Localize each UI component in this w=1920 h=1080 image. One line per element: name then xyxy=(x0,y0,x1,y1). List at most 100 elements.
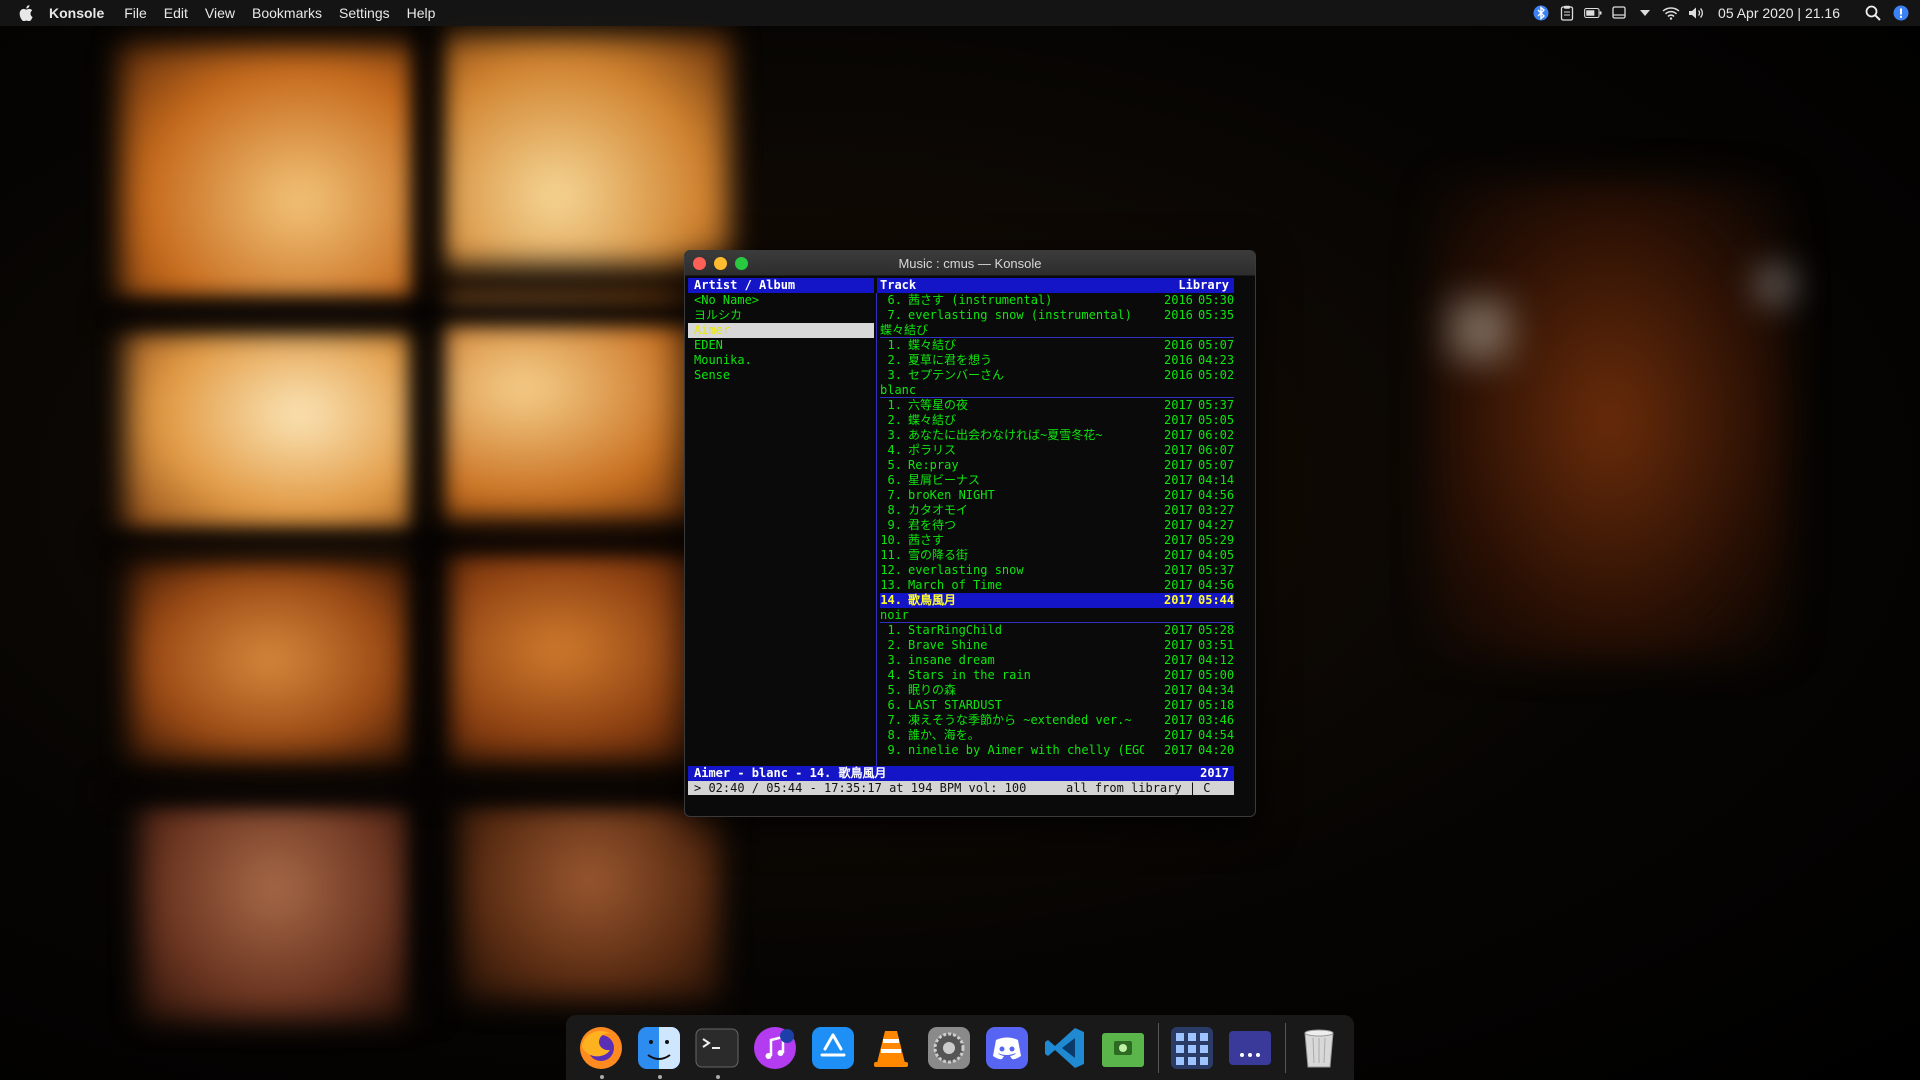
artist-item[interactable]: EDEN xyxy=(688,338,874,353)
track-year: 2017 xyxy=(1164,533,1193,547)
volume-icon[interactable] xyxy=(1688,5,1706,21)
track-row[interactable]: 10. 茜さす 2017 05:29 xyxy=(880,533,1234,548)
bluetooth-icon[interactable] xyxy=(1532,5,1550,21)
discord-icon[interactable] xyxy=(984,1024,1030,1072)
window-titlebar[interactable]: Music : cmus — Konsole xyxy=(685,251,1255,276)
artist-item[interactable]: Aimer xyxy=(688,323,874,338)
track-row[interactable]: 5. 眠りの森 2017 04:34 xyxy=(880,683,1235,698)
track-row[interactable]: 7. broKen NIGHT 2017 04:56 xyxy=(880,488,1235,503)
artist-item[interactable]: Mounika. xyxy=(688,353,874,368)
track-row[interactable]: 2. 蝶々結び 2017 05:05 xyxy=(880,413,1235,428)
track-row[interactable]: 2. 夏草に君を想う 2016 04:23 xyxy=(880,353,1235,368)
finder-icon[interactable] xyxy=(636,1024,682,1079)
track-title: StarRingChild xyxy=(908,623,1002,637)
apple-menu-icon[interactable] xyxy=(17,4,35,22)
menu-edit[interactable]: Edit xyxy=(164,5,188,21)
track-row[interactable]: 7. everlasting snow (instrumental) 2016 05:… xyxy=(880,308,1235,323)
album-header: blanc xyxy=(880,383,1234,398)
track-duration: 04:34 xyxy=(1198,683,1235,697)
minimize-button[interactable] xyxy=(714,256,727,270)
track-row[interactable]: 9. ninelie by Aimer with chelly (EGOI 2017… xyxy=(880,743,1235,758)
artist-item[interactable]: <No Name> xyxy=(688,293,874,308)
library-header-label: Library xyxy=(1178,278,1229,292)
track-row[interactable]: 5. Re:pray 2017 05:07 xyxy=(880,458,1235,473)
dropdown-arrow-icon[interactable] xyxy=(1636,5,1654,21)
maximize-button[interactable] xyxy=(735,256,748,270)
track-year: 2017 xyxy=(1164,653,1193,667)
track-title: 夏草に君を想う xyxy=(908,353,993,367)
system-settings-icon[interactable] xyxy=(926,1024,972,1072)
launchpad-icon[interactable] xyxy=(1169,1024,1215,1072)
track-row[interactable]: 1. 六等星の夜 2017 05:37 xyxy=(880,398,1235,413)
close-button[interactable] xyxy=(693,256,706,270)
app-name-menu[interactable]: Konsole xyxy=(49,5,104,21)
menu-help[interactable]: Help xyxy=(407,5,436,21)
track-row[interactable]: 1. 蝶々結び 2016 05:07 xyxy=(880,338,1235,353)
track-row-playing[interactable]: 14. 歌鳥風月 2017 05:44 xyxy=(880,593,1234,608)
music-icon[interactable] xyxy=(752,1024,798,1072)
menu-bookmarks[interactable]: Bookmarks xyxy=(252,5,322,21)
menu-view[interactable]: View xyxy=(205,5,235,21)
track-row[interactable]: 2. Brave Shine 2017 03:51 xyxy=(880,638,1235,653)
vlc-icon[interactable] xyxy=(868,1024,914,1072)
track-number: 3. xyxy=(887,428,902,442)
now-playing-bar: Aimer - blanc - 14. 歌鳥風月 2017 xyxy=(688,766,1234,781)
track-row[interactable]: 7. 凍えそうな季節から ~extended ver.~ 2017 03:46 xyxy=(880,713,1235,728)
track-duration: 05:37 xyxy=(1198,563,1235,577)
track-row[interactable]: 3. セプテンバーさん 2016 05:02 xyxy=(880,368,1235,383)
track-year: 2016 xyxy=(1164,308,1193,322)
track-row[interactable]: 13. March of Time 2017 04:56 xyxy=(880,578,1234,593)
running-indicator xyxy=(658,1074,662,1079)
menubar-clock[interactable]: 05 Apr 2020 | 21.16 xyxy=(1718,5,1840,21)
battery-icon[interactable] xyxy=(1584,5,1602,21)
track-row[interactable]: 8. カタオモイ 2017 03:27 xyxy=(880,503,1235,518)
track-row[interactable]: 6. 星屑ビーナス 2017 04:14 xyxy=(880,473,1235,488)
track-duration: 03:46 xyxy=(1198,713,1235,727)
wifi-icon[interactable] xyxy=(1662,5,1680,21)
artist-item[interactable]: Sense xyxy=(688,368,874,383)
screenshot-icon[interactable] xyxy=(1100,1024,1146,1072)
track-year: 2016 xyxy=(1164,338,1193,352)
menu-file[interactable]: File xyxy=(124,5,147,21)
track-row[interactable]: 9. 君を待つ 2017 04:27 xyxy=(880,518,1235,533)
trash-icon[interactable] xyxy=(1296,1024,1342,1072)
track-year: 2017 xyxy=(1164,668,1193,682)
notification-icon[interactable] xyxy=(1892,5,1910,21)
track-row[interactable]: 4. ポラリス 2017 06:07 xyxy=(880,443,1235,458)
track-row[interactable]: 11. 雪の降る街 2017 04:05 xyxy=(880,548,1234,563)
track-year: 2017 xyxy=(1164,473,1193,487)
search-icon[interactable] xyxy=(1864,5,1882,21)
artist-album-header-label: Artist / Album xyxy=(694,278,796,292)
artist-item[interactable]: ヨルシカ xyxy=(688,308,874,323)
running-indicator xyxy=(600,1074,604,1079)
app-store-icon[interactable] xyxy=(810,1024,856,1072)
firefox-icon[interactable] xyxy=(578,1024,624,1079)
track-year: 2017 xyxy=(1164,398,1193,412)
vscode-icon[interactable] xyxy=(1042,1024,1088,1072)
menu-settings[interactable]: Settings xyxy=(339,5,390,21)
terminal-icon[interactable] xyxy=(694,1024,740,1079)
album-name: 蝶々結び xyxy=(880,323,929,337)
track-row[interactable]: 3. あなたに出会わなければ~夏雪冬花~ 2017 06:02 xyxy=(880,428,1235,443)
track-duration: 05:07 xyxy=(1198,338,1235,352)
track-title: 雪の降る街 xyxy=(908,548,969,562)
track-row[interactable]: 4. Stars in the rain 2017 05:00 xyxy=(880,668,1235,683)
more-apps-icon[interactable] xyxy=(1227,1024,1273,1072)
clipboard-icon[interactable] xyxy=(1558,5,1576,21)
track-duration: 04:54 xyxy=(1198,728,1235,742)
track-header-label: Track xyxy=(880,278,917,292)
track-title: 茜さす (instrumental) xyxy=(908,293,1053,307)
track-number: 6. xyxy=(887,698,902,712)
track-title: everlasting snow xyxy=(908,563,1024,577)
track-row[interactable]: 1. StarRingChild 2017 05:28 xyxy=(880,623,1235,638)
track-row[interactable]: 12. everlasting snow 2017 05:37 xyxy=(880,563,1234,578)
track-row[interactable]: 8. 誰か、海を。 2017 04:54 xyxy=(880,728,1235,743)
track-number: 6. xyxy=(887,293,902,307)
window-title: Music : cmus — Konsole xyxy=(898,255,1042,271)
track-row[interactable]: 6. 茜さす (instrumental) 2016 05:30 xyxy=(880,293,1235,308)
track-row[interactable]: 6. LAST STARDUST 2017 05:18 xyxy=(880,698,1235,713)
track-number: 7. xyxy=(887,488,902,502)
track-row[interactable]: 3. insane dream 2017 04:12 xyxy=(880,653,1235,668)
track-year: 2016 xyxy=(1164,353,1193,367)
display-icon[interactable] xyxy=(1610,5,1628,21)
